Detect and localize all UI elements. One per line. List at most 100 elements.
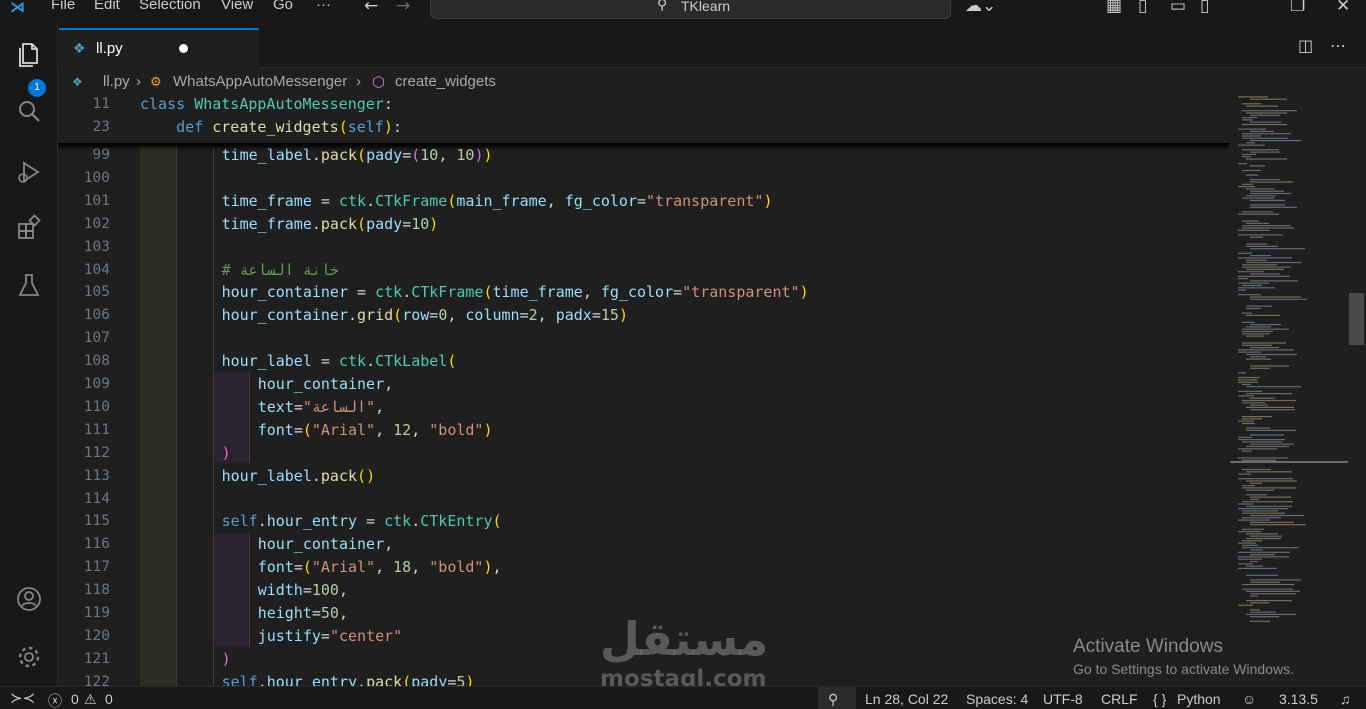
menu-go[interactable]: Go — [273, 0, 293, 13]
minimap-line — [1242, 227, 1294, 229]
split-editor-icon[interactable]: ◫ — [1298, 36, 1313, 55]
restore-window-icon[interactable]: ❐ — [1290, 0, 1305, 16]
tab-ll-py[interactable]: ❖ ll.py — [59, 28, 259, 69]
remote-indicator-icon[interactable]: ≻≺ — [10, 689, 35, 707]
code-line[interactable]: 115 self.hour_entry = ctk.CTkEntry( — [58, 511, 1230, 534]
error-count[interactable]: 0 — [71, 691, 79, 707]
menu-file[interactable]: File — [51, 0, 75, 13]
error-icon[interactable]: ⓧ — [48, 691, 62, 709]
testing-flask-icon[interactable] — [14, 270, 44, 300]
minimap-line — [1250, 404, 1268, 406]
minimap-line — [1250, 280, 1298, 282]
accounts-icon[interactable] — [14, 584, 44, 614]
warning-count[interactable]: 0 — [105, 691, 113, 707]
minimap-line — [1250, 365, 1289, 367]
unsaved-dot-icon[interactable] — [179, 44, 188, 53]
code-line[interactable]: 105 hour_container = ctk.CTkFrame(time_f… — [58, 282, 1230, 305]
code-text: justify="center" — [257, 626, 403, 645]
code-line[interactable]: 122 self.hour_entry.pack(pady=5) — [58, 672, 1230, 686]
toggle-sidebar-icon[interactable]: ▯ — [1138, 0, 1147, 16]
minimap-line — [1242, 344, 1272, 346]
menu-selection[interactable]: Selection — [139, 0, 201, 13]
code-line[interactable]: 109 hour_container, — [58, 374, 1230, 397]
close-window-icon[interactable]: ✕ — [1336, 0, 1350, 16]
customize-layout-icon[interactable]: ▦ — [1106, 0, 1122, 16]
extensions-icon[interactable] — [14, 212, 44, 242]
indentation[interactable]: Spaces: 4 — [966, 691, 1028, 707]
minimap-line — [1250, 443, 1294, 445]
minimap-slider[interactable] — [1230, 461, 1348, 463]
minimap-line — [1242, 123, 1287, 126]
forward-arrow-icon[interactable]: → — [396, 0, 410, 16]
explorer-icon[interactable] — [14, 38, 44, 68]
code-text: # خانة الساعة — [221, 260, 339, 279]
minimap[interactable] — [1230, 68, 1366, 686]
minimap-line — [1250, 248, 1305, 250]
code-text: time_frame.pack(pady=10) — [221, 214, 439, 233]
minimap-line — [1242, 137, 1288, 139]
code-line[interactable]: 116 hour_container, — [58, 534, 1230, 557]
breadcrumb-method[interactable]: create_widgets — [395, 73, 496, 90]
code-editor[interactable]: 11 class WhatsAppAutoMessenger: 23 def cre… — [58, 94, 1230, 686]
vscode-logo-icon[interactable]: ⋊ — [10, 0, 32, 16]
code-line[interactable]: 99 time_label.pack(pady=(10, 10)) — [58, 145, 1230, 168]
code-line[interactable]: 106 hour_container.grid(row=0, column=2,… — [58, 305, 1230, 328]
code-line[interactable]: 108 hour_label = ctk.CTkLabel( — [58, 351, 1230, 374]
toggle-panel-icon[interactable]: ▭ — [1170, 0, 1186, 16]
run-debug-icon[interactable] — [14, 156, 44, 186]
cursor-position[interactable]: Ln 28, Col 22 — [865, 691, 948, 707]
line-ending[interactable]: CRLF — [1101, 691, 1138, 707]
sticky-scroll[interactable]: 11 class WhatsAppAutoMessenger: 23 def cre… — [58, 94, 1230, 144]
breadcrumb-file[interactable]: ll.py — [103, 73, 130, 90]
minimap-line — [1246, 590, 1300, 592]
breadcrumb-class[interactable]: WhatsAppAutoMessenger — [173, 73, 347, 90]
code-line[interactable]: 111 font=("Arial", 12, "bold") — [58, 420, 1230, 443]
minimap-line — [1238, 289, 1246, 291]
code-text: font=("Arial", 12, "bold") — [257, 420, 493, 439]
minimap-line — [1250, 560, 1258, 563]
minimap-line — [1238, 372, 1246, 374]
copilot-icon[interactable]: ☁⌄ — [965, 0, 996, 16]
back-arrow-icon[interactable]: ← — [364, 0, 378, 16]
code-line[interactable]: 102 time_frame.pack(pady=10) — [58, 214, 1230, 237]
code-line[interactable]: 100 — [58, 168, 1230, 191]
code-line[interactable]: 107 — [58, 328, 1230, 351]
menu-edit[interactable]: Edit — [94, 0, 120, 13]
minimap-line — [1246, 222, 1269, 224]
toggle-secondary-sidebar-icon[interactable]: ▯ — [1200, 0, 1209, 16]
code-text: time_frame = ctk.CTkFrame(main_frame, fg… — [221, 191, 773, 210]
vertical-scrollbar-thumb[interactable] — [1349, 293, 1364, 345]
more-actions-icon[interactable]: ⋯ — [1330, 36, 1346, 55]
code-line[interactable]: 119 height=50, — [58, 603, 1230, 626]
code-line[interactable]: 103 — [58, 237, 1230, 260]
minimap-line — [1238, 604, 1253, 606]
code-line[interactable]: 120 justify="center" — [58, 626, 1230, 649]
minimap-line — [1242, 485, 1255, 487]
code-line[interactable]: 117 font=("Arial", 18, "bold"), — [58, 557, 1230, 580]
settings-gear-icon[interactable] — [14, 642, 44, 672]
search-view-icon[interactable] — [14, 97, 44, 127]
code-line[interactable]: 104 # خانة الساعة — [58, 260, 1230, 283]
python-file-icon: ❖ — [72, 75, 83, 89]
copilot-status-icon[interactable]: ☺ — [1242, 691, 1256, 707]
minimap-line — [1250, 204, 1285, 206]
zoom-indicator[interactable]: ⚲ — [818, 687, 856, 709]
menu-more[interactable]: ··· — [316, 0, 331, 13]
code-line[interactable]: 112 ) — [58, 443, 1230, 466]
encoding[interactable]: UTF-8 — [1043, 691, 1083, 707]
code-line[interactable]: 121 ) — [58, 649, 1230, 672]
notifications-bell-icon[interactable]: ♫ — [1340, 691, 1351, 707]
code-line[interactable]: 110 text="الساعة", — [58, 397, 1230, 420]
code-line[interactable]: 114 — [58, 489, 1230, 512]
language-mode[interactable]: Python — [1177, 691, 1221, 707]
code-line[interactable]: 118 width=100, — [58, 580, 1230, 603]
command-center[interactable]: ⚲ TKlearn — [430, 0, 951, 19]
menu-view[interactable]: View — [221, 0, 253, 13]
code-line[interactable]: 101 time_frame = ctk.CTkFrame(main_frame… — [58, 191, 1230, 214]
minimap-line — [1238, 390, 1262, 392]
code-line[interactable]: 113 hour_label.pack() — [58, 466, 1230, 489]
sticky-line[interactable]: 23 def create_widgets(self): — [58, 117, 1230, 140]
python-interpreter[interactable]: 3.13.5 — [1279, 691, 1318, 707]
sticky-line[interactable]: 11 class WhatsAppAutoMessenger: — [58, 94, 1230, 117]
warning-icon[interactable]: ⚠ — [84, 691, 97, 708]
